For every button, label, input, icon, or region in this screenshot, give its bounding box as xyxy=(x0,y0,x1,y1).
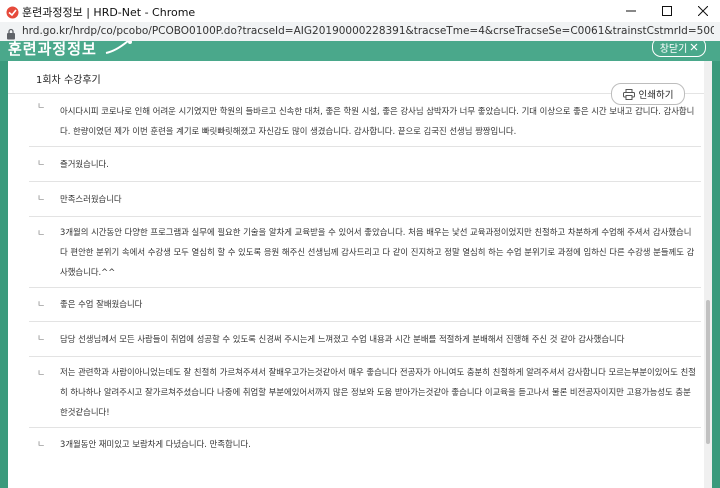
popup-close-button[interactable]: 창닫기 xyxy=(652,41,706,57)
reply-mark: ㄴ xyxy=(37,369,46,379)
minimize-icon xyxy=(626,10,636,12)
review-item: ㄴ 3개월의 시간동안 다양한 프로그램과 실무에 필요한 기술을 알차게 교육… xyxy=(29,216,701,287)
reply-mark: ㄴ xyxy=(37,229,46,239)
review-text: 3개월동안 재미있고 보람차게 다녔습니다. 만족합니다. xyxy=(60,439,251,449)
close-icon xyxy=(698,6,708,16)
hrd-favicon-icon xyxy=(6,4,19,19)
review-item: ㄴ 즐거웠습니다. xyxy=(29,146,701,180)
review-item: ㄴ 좋은 수업 잘배웠습니다 xyxy=(29,287,701,320)
section-header: 1회차 수강후기 xyxy=(8,61,704,94)
reply-mark: ㄴ xyxy=(37,159,46,169)
swoosh-logo-icon xyxy=(104,41,134,61)
print-label: 인쇄하기 xyxy=(638,90,674,101)
review-text: 만족스러웠습니다 xyxy=(60,194,122,204)
reply-mark: ㄴ xyxy=(37,102,46,112)
popup-brand-title: 훈련과정정보 xyxy=(8,41,97,58)
address-bar[interactable]: hrd.go.kr/hrdp/co/pcobo/PCOBO0100P.do?tr… xyxy=(0,22,720,42)
reply-mark: ㄴ xyxy=(37,300,46,310)
window-titlebar: 훈련과정정보 | HRD-Net - Chrome xyxy=(0,0,720,23)
close-window-button[interactable] xyxy=(686,0,720,22)
review-text: 즐거웠습니다. xyxy=(60,159,109,169)
popup-header: 훈련과정정보 창닫기 xyxy=(0,41,720,61)
review-text: 좋은 수업 잘배웠습니다 xyxy=(60,299,143,309)
printer-icon xyxy=(622,88,635,100)
review-item: ㄴ 저는 관련학과 사람이아니었는데도 잘 친절히 가르쳐주셔서 잘배우고가는것… xyxy=(29,356,701,427)
review-item: ㄴ 3개월동안 재미있고 보람차게 다녔습니다. 만족합니다. xyxy=(29,427,701,468)
reply-mark: ㄴ xyxy=(37,334,46,344)
reply-mark: ㄴ xyxy=(37,440,46,450)
review-item: ㄴ 아시다시피 코로나로 인해 어려운 시기였지만 학원의 들바르고 신속한 대… xyxy=(29,95,701,151)
minimize-button[interactable] xyxy=(614,0,648,22)
review-text: 담당 선생님께서 모든 사람들이 취업에 성공할 수 있도록 신경써 주시는게 … xyxy=(60,334,625,344)
section-title: 1회차 수강후기 xyxy=(36,75,101,86)
close-x-icon xyxy=(690,43,698,51)
review-text: 아시다시피 코로나로 인해 어려운 시기였지만 학원의 들바르고 신속한 대처,… xyxy=(60,106,695,136)
print-button[interactable]: 인쇄하기 xyxy=(611,83,685,105)
maximize-icon xyxy=(662,6,672,16)
maximize-button[interactable] xyxy=(650,0,684,22)
review-content-panel: 1회차 수강후기 ㄴ 아시다시피 코로나로 인해 어려운 시기였지만 학원의 들… xyxy=(8,61,704,488)
review-item: ㄴ 담당 선생님께서 모든 사람들이 취업에 성공할 수 있도록 신경써 주시는… xyxy=(29,321,701,356)
reply-mark: ㄴ xyxy=(37,194,46,204)
window-title: 훈련과정정보 | HRD-Net - Chrome xyxy=(22,6,196,19)
scrollbar-thumb[interactable] xyxy=(706,300,710,444)
url-text[interactable]: hrd.go.kr/hrdp/co/pcobo/PCOBO0100P.do?tr… xyxy=(22,25,714,37)
review-text: 저는 관련학과 사람이아니었는데도 잘 친절히 가르쳐주셔서 잘배우고가는것같아… xyxy=(60,367,696,417)
review-item: ㄴ 만족스러웠습니다 xyxy=(29,181,701,215)
popup-frame-right xyxy=(712,61,720,488)
popup-frame-left xyxy=(0,61,8,488)
review-text: 3개월의 시간동안 다양한 프로그램과 실무에 필요한 기술을 알차게 교육받을… xyxy=(60,227,695,277)
popup-close-label: 창닫기 xyxy=(659,43,688,55)
